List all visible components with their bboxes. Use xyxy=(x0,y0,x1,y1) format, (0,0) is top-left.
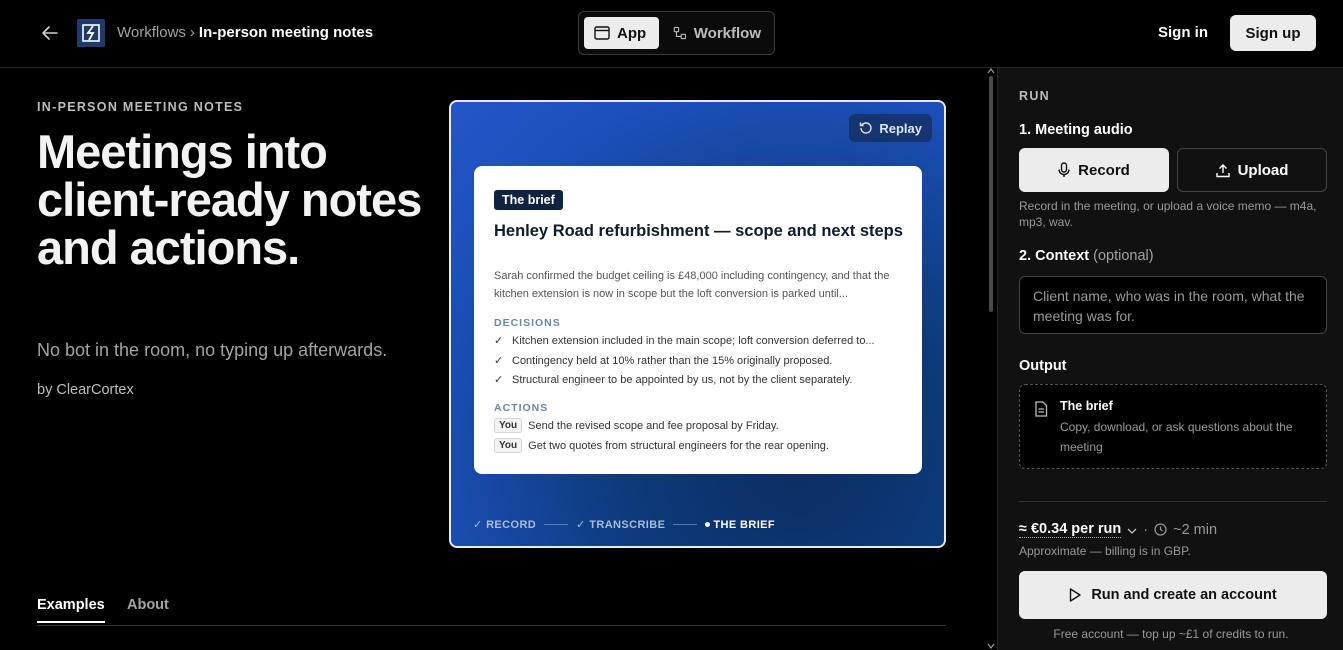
upload-button[interactable]: Upload xyxy=(1177,148,1327,192)
app-logo-icon[interactable] xyxy=(77,19,105,47)
play-icon xyxy=(1070,588,1082,602)
sign-in-link[interactable]: Sign in xyxy=(1158,24,1208,41)
decision-text: Kitchen extension included in the main s… xyxy=(512,334,875,347)
decision-item: ✓ Kitchen extension included in the main … xyxy=(494,334,904,348)
page-subtitle: No bot in the room, no typing up afterwa… xyxy=(37,340,388,360)
window-icon xyxy=(594,26,610,40)
run-button-label: Run and create an account xyxy=(1091,587,1277,603)
content-tabs: Examples About xyxy=(37,597,946,626)
page-title: Meetings into client-ready notes and act… xyxy=(37,125,422,274)
breadcrumb-current: In-person meeting notes xyxy=(198,24,374,41)
output-description: Copy, download, or ask questions about t… xyxy=(1060,420,1293,454)
dot-separator: · xyxy=(1143,521,1149,538)
billing-note: Approximate — billing is in GBP. xyxy=(1019,544,1191,558)
record-button[interactable]: Record xyxy=(1019,148,1169,192)
chevron-down-icon[interactable] xyxy=(1127,522,1137,538)
back-arrow-icon[interactable] xyxy=(38,22,62,44)
workflow-view-label: Workflow xyxy=(693,24,761,42)
decision-text: Contingency held at 10% rather than the … xyxy=(512,354,833,367)
check-icon: ✓ xyxy=(494,355,504,367)
active-dot-icon xyxy=(705,522,711,528)
decision-item: ✓ Contingency held at 10% rather than the… xyxy=(494,354,904,368)
action-text: Get two quotes from structural engineers… xyxy=(528,439,829,452)
microphone-icon xyxy=(1058,162,1070,177)
run-and-create-account-button[interactable]: Run and create an account xyxy=(1019,571,1327,619)
owner-tag: You xyxy=(494,438,523,453)
price-value[interactable]: ≈ €0.34 per run xyxy=(1019,521,1122,538)
app-view-button[interactable]: App xyxy=(584,17,659,49)
actions-heading: ACTIONS xyxy=(494,402,549,414)
step-transcribe: ✓ TRANSCRIBE xyxy=(576,519,666,531)
replay-icon xyxy=(860,122,873,134)
upload-label: Upload xyxy=(1237,161,1289,179)
audio-help-text: Record in the meeting, or upload a voice… xyxy=(1019,199,1317,229)
duration-value: ~2 min xyxy=(1173,521,1218,538)
action-item: You Send the revised scope and fee propos… xyxy=(494,418,904,433)
app-view-label: App xyxy=(617,24,647,42)
scrollbar-thumb[interactable] xyxy=(989,76,993,312)
brief-title: Henley Road refurbishment — scope and ne… xyxy=(494,222,903,240)
check-icon: ✓ xyxy=(494,374,504,386)
record-label: Record xyxy=(1078,161,1130,179)
decisions-heading: DECISIONS xyxy=(494,317,561,329)
step-connector xyxy=(673,524,698,525)
breadcrumb: Workflows › In-person meeting notes xyxy=(117,24,373,41)
context-input[interactable]: Client name, who was in the room, what t… xyxy=(1019,276,1327,334)
replay-button[interactable]: Replay xyxy=(849,114,932,142)
owner-tag: You xyxy=(494,418,523,433)
breadcrumb-workflows-link[interactable]: Workflows xyxy=(117,24,186,41)
tab-about[interactable]: About xyxy=(127,597,169,613)
duration-meta: · ~2 min xyxy=(1143,522,1217,538)
sign-up-button[interactable]: Sign up xyxy=(1230,15,1316,51)
brief-badge: The brief xyxy=(494,190,563,210)
breadcrumb-separator: › xyxy=(189,24,195,41)
meeting-audio-heading: 1. Meeting audio xyxy=(1019,122,1133,138)
output-title: The brief xyxy=(1060,399,1113,413)
page-eyebrow: IN-PERSON MEETING NOTES xyxy=(37,100,244,114)
panel-divider xyxy=(1019,501,1327,502)
context-heading: 2. Context (optional) xyxy=(1019,248,1154,264)
author-byline: by ClearCortex xyxy=(37,382,134,398)
output-slot: The brief Copy, download, or ask questio… xyxy=(1019,384,1327,469)
view-toggle: App Workflow xyxy=(578,11,775,55)
main-scrollbar[interactable] xyxy=(985,68,997,650)
free-account-note: Free account — top up ~£1 of credits to … xyxy=(1053,627,1289,641)
clock-icon xyxy=(1154,523,1167,536)
step-record: ✓ RECORD xyxy=(473,519,537,531)
upload-icon xyxy=(1215,163,1230,177)
run-section-label: RUN xyxy=(1019,89,1050,103)
step-the-brief: THE BRIEF xyxy=(705,519,775,531)
workflow-nodes-icon xyxy=(673,26,687,40)
workflow-view-button[interactable]: Workflow xyxy=(663,17,771,49)
brief-summary: Sarah confirmed the budget ceiling is £4… xyxy=(494,270,890,300)
decision-text: Structural engineer to be appointed by u… xyxy=(512,373,853,386)
run-panel: RUN 1. Meeting audio Record Upload Recor… xyxy=(997,68,1343,650)
action-text: Send the revised scope and fee proposal … xyxy=(528,419,779,432)
decision-item: ✓ Structural engineer to be appointed by … xyxy=(494,373,904,387)
check-icon: ✓ xyxy=(494,335,504,347)
replay-label: Replay xyxy=(879,120,922,136)
document-icon xyxy=(1035,401,1048,417)
workflow-preview: Replay The brief Henley Road refurbishme… xyxy=(449,100,946,548)
progress-steps: ✓ RECORD ✓ TRANSCRIBE THE BRIEF xyxy=(473,518,775,532)
top-bar: Workflows › In-person meeting notes App Wo… xyxy=(0,0,1343,68)
output-heading: Output xyxy=(1019,358,1067,374)
price-row: ≈ €0.34 per run · ~2 min xyxy=(1019,521,1217,538)
step-connector xyxy=(544,524,569,525)
action-item: You Get two quotes from structural engine… xyxy=(494,438,904,453)
brief-card: The brief Henley Road refurbishment — sc… xyxy=(474,166,922,474)
tab-examples[interactable]: Examples xyxy=(37,597,105,623)
